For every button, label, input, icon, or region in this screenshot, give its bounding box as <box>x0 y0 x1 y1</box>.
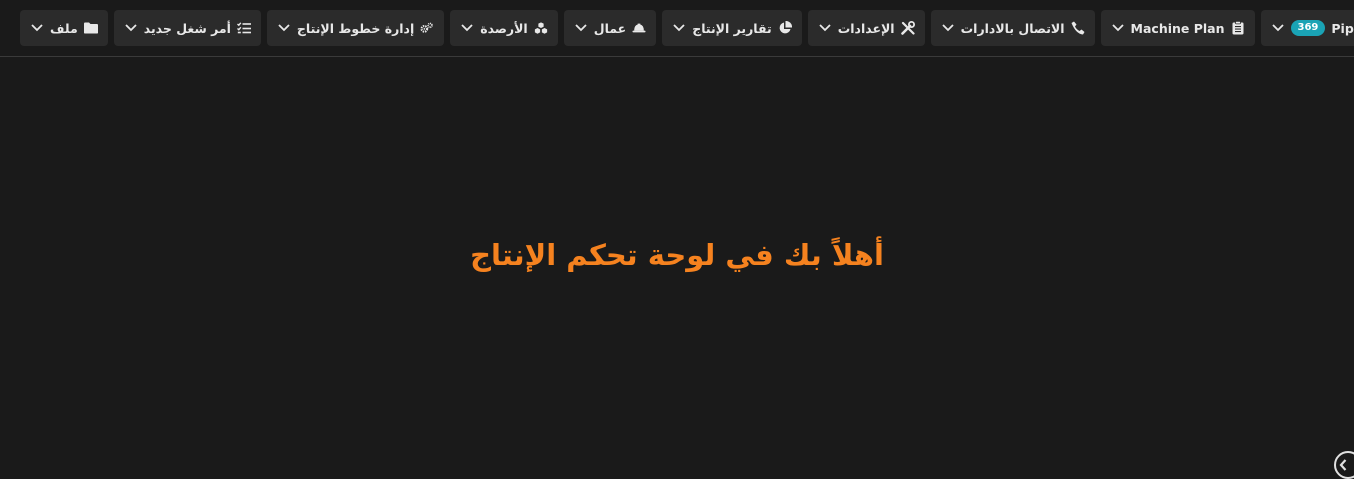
menu-workers[interactable]: عمال <box>564 10 656 46</box>
menu-contact-departments[interactable]: الاتصال بالادارات <box>931 10 1095 46</box>
menu-production-reports-label: تقارير الإنتاج <box>692 21 772 36</box>
clipboard-icon <box>1231 21 1245 35</box>
chevron-down-icon <box>1271 21 1285 35</box>
menu-machine-plan-label: Machine Plan <box>1131 21 1225 36</box>
menu-production-lines[interactable]: إدارة خطوط الإنتاج <box>267 10 444 46</box>
chevron-down-icon <box>672 21 686 35</box>
menu-production-reports[interactable]: تقارير الإنتاج <box>662 10 802 46</box>
folder-icon <box>84 21 98 35</box>
menu-machine-plan[interactable]: Machine Plan <box>1101 10 1255 46</box>
menu-production-lines-label: إدارة خطوط الإنتاج <box>297 21 414 36</box>
sidebar-toggle-button[interactable] <box>1334 451 1354 479</box>
menu-workers-label: عمال <box>594 21 626 36</box>
menu-contact-departments-label: الاتصال بالادارات <box>961 21 1065 36</box>
checklist-icon <box>237 21 251 35</box>
pipeline-count-badge: 369 <box>1291 20 1326 36</box>
pie-chart-icon <box>778 21 792 35</box>
chevron-down-icon <box>277 21 291 35</box>
tools-icon <box>901 21 915 35</box>
menu-pipeline[interactable]: 369 Pipeline <box>1261 10 1354 46</box>
chevron-down-icon <box>941 21 955 35</box>
top-menubar: ملف أمر شغل جديد إدارة خطوط الإنتاج <box>0 0 1354 57</box>
hard-hat-icon <box>632 21 646 35</box>
chevron-down-icon <box>574 21 588 35</box>
menu-file-label: ملف <box>50 21 78 36</box>
welcome-heading: أهلاً بك في لوحة تحكم الإنتاج <box>0 238 1354 272</box>
chevron-down-icon <box>1111 21 1125 35</box>
menu-balances[interactable]: الأرصدة <box>450 10 557 46</box>
chevron-down-icon <box>818 21 832 35</box>
chevron-down-icon <box>30 21 44 35</box>
chevron-down-icon <box>460 21 474 35</box>
menu-settings-label: الإعدادات <box>838 21 895 36</box>
menu-new-work-order[interactable]: أمر شغل جديد <box>114 10 261 46</box>
chevron-down-icon <box>124 21 138 35</box>
chevron-left-icon <box>1339 459 1347 471</box>
cubes-icon <box>534 21 548 35</box>
menu-settings[interactable]: الإعدادات <box>808 10 925 46</box>
menu-balances-label: الأرصدة <box>480 21 527 36</box>
menu-file[interactable]: ملف <box>20 10 108 46</box>
gears-icon <box>420 21 434 35</box>
phone-icon <box>1071 21 1085 35</box>
menu-pipeline-label: Pipeline <box>1331 21 1354 36</box>
menu-new-work-order-label: أمر شغل جديد <box>144 21 231 36</box>
